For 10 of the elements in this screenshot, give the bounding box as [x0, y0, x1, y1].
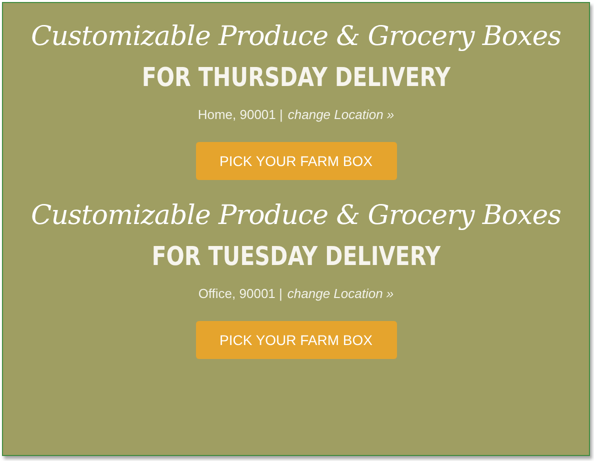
delivery-heading: FOR TUESDAY DELIVERY	[152, 241, 440, 274]
pick-farm-box-button[interactable]: PICK YOUR FARM BOX	[196, 321, 396, 359]
location-text: Office, 90001 |	[198, 286, 282, 301]
script-title: Customizable Produce & Grocery Boxes	[30, 199, 562, 233]
location-text: Home, 90001 |	[198, 107, 283, 122]
change-location-link[interactable]: change Location »	[287, 286, 394, 301]
script-title: Customizable Produce & Grocery Boxes	[30, 20, 562, 54]
delivery-heading: FOR THURSDAY DELIVERY	[142, 62, 450, 95]
pick-farm-box-button[interactable]: PICK YOUR FARM BOX	[196, 142, 396, 180]
change-location-link[interactable]: change Location »	[288, 107, 394, 122]
